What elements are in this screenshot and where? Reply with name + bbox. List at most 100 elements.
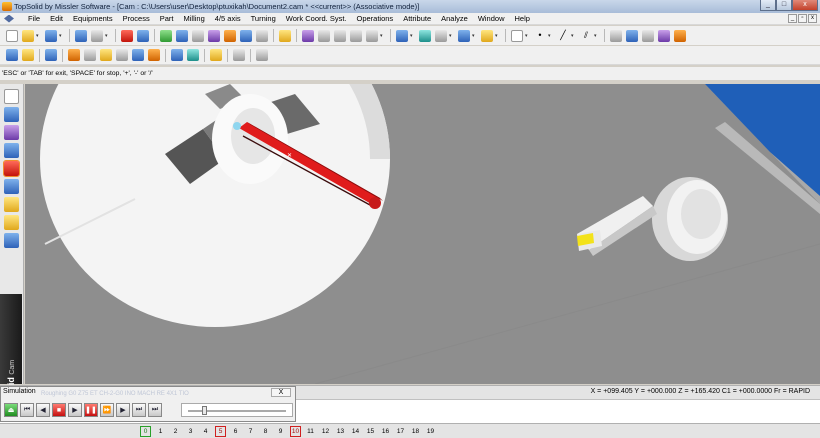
- cam-icon[interactable]: [3, 160, 20, 177]
- pen-3[interactable]: 3: [185, 426, 196, 437]
- chevron-down-icon[interactable]: ▾: [472, 33, 477, 39]
- menu-file[interactable]: File: [23, 14, 45, 23]
- chevron-down-icon[interactable]: ▾: [36, 33, 41, 39]
- pen-12[interactable]: 12: [320, 426, 331, 437]
- info-icon[interactable]: [75, 29, 87, 42]
- tooling-icon[interactable]: [4, 197, 19, 212]
- chevron-down-icon[interactable]: ▾: [571, 33, 576, 39]
- menu-45-axis[interactable]: 4/5 axis: [210, 14, 246, 23]
- hook-icon[interactable]: [350, 29, 362, 42]
- menu-part[interactable]: Part: [155, 14, 179, 23]
- doc-restore-icon[interactable]: ▫: [798, 14, 807, 23]
- pen-4[interactable]: 4: [200, 426, 211, 437]
- assembly-icon[interactable]: [240, 29, 252, 42]
- wand-icon[interactable]: [279, 29, 291, 42]
- tool-holder-icon[interactable]: [22, 49, 34, 61]
- go-to-end-icon[interactable]: ⏭: [148, 403, 162, 417]
- chevron-down-icon[interactable]: ▾: [548, 33, 553, 39]
- step-back-icon[interactable]: ◀: [36, 403, 50, 417]
- print-icon[interactable]: [91, 29, 103, 42]
- drilling-icon[interactable]: [148, 49, 160, 61]
- delete-icon[interactable]: [121, 29, 133, 42]
- chevron-down-icon[interactable]: ▾: [495, 33, 500, 39]
- machining-icon[interactable]: [4, 179, 19, 194]
- pen-8[interactable]: 8: [260, 426, 271, 437]
- pen-15[interactable]: 15: [365, 426, 376, 437]
- pen-2[interactable]: 2: [170, 426, 181, 437]
- step-next-icon[interactable]: ⏭: [132, 403, 146, 417]
- properties-icon[interactable]: [610, 29, 622, 42]
- chevron-down-icon[interactable]: ▾: [525, 33, 530, 39]
- parameters-icon[interactable]: [626, 29, 638, 42]
- report-icon[interactable]: [256, 49, 268, 61]
- cursor-icon[interactable]: [302, 29, 314, 42]
- sketch-icon[interactable]: [176, 29, 188, 42]
- line-weight-icon[interactable]: ⫽: [580, 30, 592, 42]
- catalog-icon[interactable]: [658, 29, 670, 42]
- pen-17[interactable]: 17: [395, 426, 406, 437]
- fast-forward-icon[interactable]: ⏩: [100, 403, 114, 417]
- play-icon[interactable]: ▶: [68, 403, 82, 417]
- stock-icon[interactable]: [45, 49, 57, 61]
- dimension-icon[interactable]: [192, 29, 204, 42]
- point-style-icon[interactable]: •: [534, 30, 546, 42]
- view-icon[interactable]: [435, 29, 447, 42]
- system-menu-icon[interactable]: [4, 14, 14, 23]
- step-forward-icon[interactable]: ▶: [116, 403, 130, 417]
- measure-icon[interactable]: [256, 29, 268, 42]
- shape-icon[interactable]: [4, 107, 19, 122]
- pen-18[interactable]: 18: [410, 426, 421, 437]
- pen-0[interactable]: 0: [140, 425, 151, 437]
- pen-14[interactable]: 14: [350, 426, 361, 437]
- columns-icon[interactable]: [334, 29, 346, 42]
- chevron-down-icon[interactable]: ▾: [380, 33, 385, 39]
- assembly-icon[interactable]: [4, 143, 19, 158]
- menu-help[interactable]: Help: [510, 14, 535, 23]
- minimize-icon[interactable]: _: [760, 0, 776, 11]
- zoom-icon[interactable]: [396, 29, 408, 42]
- roughing-icon[interactable]: [84, 49, 96, 61]
- layer-icon[interactable]: [481, 29, 493, 42]
- filter-icon[interactable]: [366, 29, 378, 42]
- fixture-icon[interactable]: [4, 215, 19, 230]
- menu-attribute[interactable]: Attribute: [398, 14, 436, 23]
- verify-icon[interactable]: [187, 49, 199, 61]
- menu-window[interactable]: Window: [473, 14, 510, 23]
- threading-icon[interactable]: [132, 49, 144, 61]
- stop-icon[interactable]: ■: [52, 403, 66, 417]
- curve-icon[interactable]: [208, 29, 220, 42]
- doc-close-icon[interactable]: x: [808, 14, 817, 23]
- chevron-down-icon[interactable]: ▾: [105, 33, 110, 39]
- library-icon[interactable]: [674, 29, 686, 42]
- pen-6[interactable]: 6: [230, 426, 241, 437]
- pen-13[interactable]: 13: [335, 426, 346, 437]
- chevron-down-icon[interactable]: ▾: [594, 33, 599, 39]
- simulation-speed-slider[interactable]: [181, 403, 293, 417]
- close-icon[interactable]: x: [792, 0, 818, 11]
- facing-icon[interactable]: [68, 49, 80, 61]
- pen-7[interactable]: 7: [245, 426, 256, 437]
- exit-simulation-icon[interactable]: ⏏: [4, 403, 18, 417]
- process-icon[interactable]: [4, 233, 19, 248]
- grooving-icon[interactable]: [116, 49, 128, 61]
- line-style-icon[interactable]: ╱: [557, 30, 569, 42]
- table-icon[interactable]: [642, 29, 654, 42]
- graphics-viewport[interactable]: ✕: [25, 84, 820, 384]
- surface-icon[interactable]: [4, 125, 19, 140]
- cross-icon[interactable]: [318, 29, 330, 42]
- menu-edit[interactable]: Edit: [45, 14, 68, 23]
- chevron-down-icon[interactable]: ▾: [59, 33, 64, 39]
- pen-9[interactable]: 9: [275, 426, 286, 437]
- pen-19[interactable]: 19: [425, 426, 436, 437]
- chevron-down-icon[interactable]: ▾: [449, 33, 454, 39]
- pause-icon[interactable]: ❚❚: [84, 403, 98, 417]
- zoom-fit-icon[interactable]: [419, 29, 431, 42]
- slider-thumb[interactable]: [202, 406, 208, 415]
- go-to-start-icon[interactable]: ⏮: [20, 403, 34, 417]
- pen-1[interactable]: 1: [155, 426, 166, 437]
- render-icon[interactable]: [458, 29, 470, 42]
- postprocess-icon[interactable]: [210, 49, 222, 61]
- pencil-icon[interactable]: [4, 89, 19, 104]
- machine-icon[interactable]: [6, 49, 18, 61]
- save-icon[interactable]: [45, 29, 57, 42]
